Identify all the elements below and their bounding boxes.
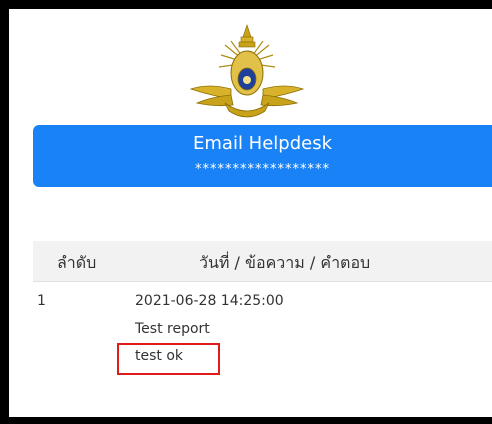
table-header: ลำดับ วันที่ / ข้อความ / คำตอบ bbox=[33, 241, 492, 282]
row-datetime: 2021-06-28 14:25:00 bbox=[135, 293, 284, 309]
row-message: Test report bbox=[135, 321, 210, 337]
helpdesk-page: Email Helpdesk ****************** ลำดับ … bbox=[9, 9, 492, 417]
page-title: Email Helpdesk bbox=[193, 133, 332, 154]
column-header-content: วันที่ / ข้อความ / คำตอบ bbox=[199, 253, 371, 272]
masked-email: ****************** bbox=[195, 162, 330, 177]
royal-emblem-icon bbox=[189, 24, 305, 118]
header-banner: Email Helpdesk ****************** bbox=[33, 125, 492, 187]
column-header-index: ลำดับ bbox=[57, 253, 97, 272]
reply-highlight-box bbox=[117, 343, 220, 375]
row-index: 1 bbox=[37, 293, 46, 309]
